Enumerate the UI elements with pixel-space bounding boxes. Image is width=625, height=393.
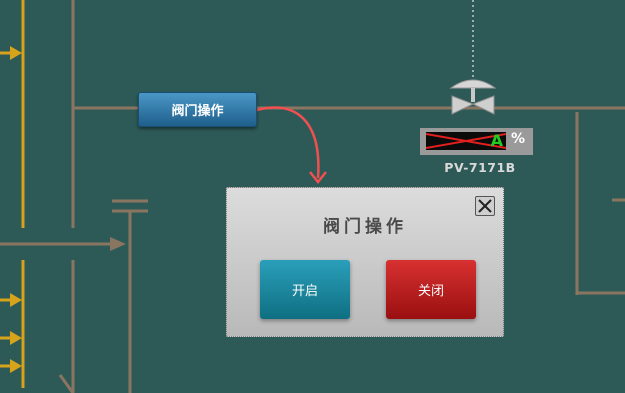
readout-screen: A [426, 132, 506, 150]
flow-arrow [256, 106, 320, 179]
close-valve-button[interactable]: 关闭 [386, 260, 476, 319]
valve-operation-dialog: 阀门操作 开启 关闭 [226, 187, 504, 337]
valve-tag: PV-7171B [444, 160, 516, 175]
valve-operation-button[interactable]: 阀门操作 [138, 92, 257, 127]
open-valve-button[interactable]: 开启 [260, 260, 350, 319]
open-valve-label: 开启 [291, 284, 318, 299]
readout-unit: % [511, 131, 526, 147]
valve-operation-label: 阀门操作 [171, 104, 224, 119]
dialog-title: 阀门操作 [323, 217, 407, 237]
valve-position-readout: A % [420, 128, 533, 155]
dialog-close-button[interactable] [475, 196, 495, 216]
close-icon [478, 199, 492, 213]
readout-value: A [490, 132, 503, 150]
close-valve-label: 关闭 [417, 284, 444, 299]
